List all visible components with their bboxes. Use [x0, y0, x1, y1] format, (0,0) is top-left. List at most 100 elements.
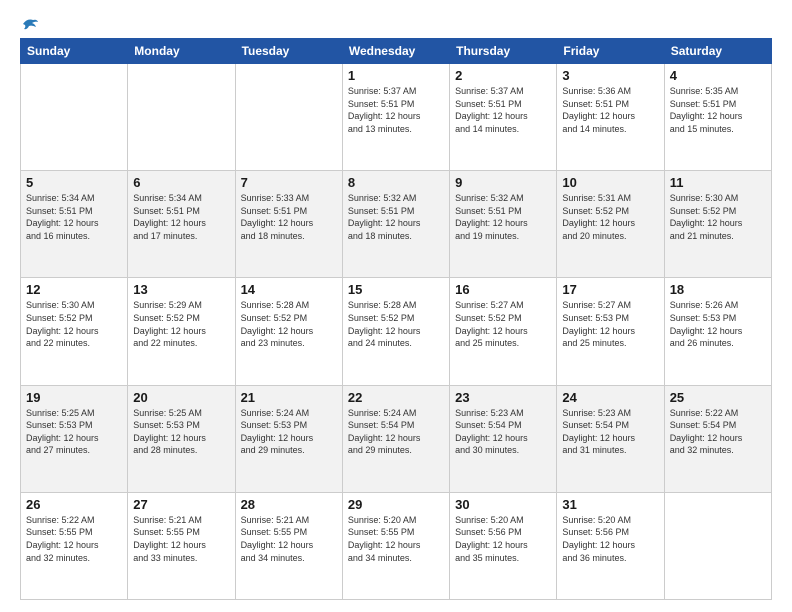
- table-row: 6 Sunrise: 5:34 AM Sunset: 5:51 PM Daylig…: [128, 171, 235, 278]
- table-row: 3 Sunrise: 5:36 AM Sunset: 5:51 PM Daylig…: [557, 64, 664, 171]
- cell-info: Sunrise: 5:28 AM Sunset: 5:52 PM Dayligh…: [241, 299, 337, 349]
- table-row: 8 Sunrise: 5:32 AM Sunset: 5:51 PM Daylig…: [342, 171, 449, 278]
- day-number: 28: [241, 497, 337, 512]
- cell-info: Sunrise: 5:22 AM Sunset: 5:55 PM Dayligh…: [26, 514, 122, 564]
- day-number: 13: [133, 282, 229, 297]
- table-row: 28 Sunrise: 5:21 AM Sunset: 5:55 PM Dayli…: [235, 492, 342, 599]
- cell-info: Sunrise: 5:35 AM Sunset: 5:51 PM Dayligh…: [670, 85, 766, 135]
- table-row: 5 Sunrise: 5:34 AM Sunset: 5:51 PM Daylig…: [21, 171, 128, 278]
- table-row: 24 Sunrise: 5:23 AM Sunset: 5:54 PM Dayli…: [557, 385, 664, 492]
- table-row: 29 Sunrise: 5:20 AM Sunset: 5:55 PM Dayli…: [342, 492, 449, 599]
- cell-info: Sunrise: 5:26 AM Sunset: 5:53 PM Dayligh…: [670, 299, 766, 349]
- cell-info: Sunrise: 5:36 AM Sunset: 5:51 PM Dayligh…: [562, 85, 658, 135]
- cell-info: Sunrise: 5:37 AM Sunset: 5:51 PM Dayligh…: [455, 85, 551, 135]
- day-number: 31: [562, 497, 658, 512]
- cell-info: Sunrise: 5:24 AM Sunset: 5:53 PM Dayligh…: [241, 407, 337, 457]
- table-row: 31 Sunrise: 5:20 AM Sunset: 5:56 PM Dayli…: [557, 492, 664, 599]
- cell-info: Sunrise: 5:34 AM Sunset: 5:51 PM Dayligh…: [133, 192, 229, 242]
- day-number: 1: [348, 68, 444, 83]
- table-row: 26Sunrise: 5:22 AM Sunset: 5:55 PM Dayli…: [21, 492, 128, 599]
- table-row: [21, 64, 128, 171]
- cell-info: Sunrise: 5:33 AM Sunset: 5:51 PM Dayligh…: [241, 192, 337, 242]
- table-row: 11Sunrise: 5:30 AM Sunset: 5:52 PM Dayli…: [664, 171, 771, 278]
- day-number: 22: [348, 390, 444, 405]
- cell-info: Sunrise: 5:28 AM Sunset: 5:52 PM Dayligh…: [348, 299, 444, 349]
- cell-info: Sunrise: 5:27 AM Sunset: 5:52 PM Dayligh…: [455, 299, 551, 349]
- calendar-table: SundayMondayTuesdayWednesdayThursdayFrid…: [20, 38, 772, 600]
- day-number: 8: [348, 175, 444, 190]
- cell-info: Sunrise: 5:37 AM Sunset: 5:51 PM Dayligh…: [348, 85, 444, 135]
- table-row: 16 Sunrise: 5:27 AM Sunset: 5:52 PM Dayli…: [450, 278, 557, 385]
- logo: [20, 16, 40, 28]
- table-row: 10 Sunrise: 5:31 AM Sunset: 5:52 PM Dayli…: [557, 171, 664, 278]
- day-number: 21: [241, 390, 337, 405]
- day-number: 7: [241, 175, 337, 190]
- table-row: [235, 64, 342, 171]
- table-row: 17 Sunrise: 5:27 AM Sunset: 5:53 PM Dayli…: [557, 278, 664, 385]
- cell-info: Sunrise: 5:25 AM Sunset: 5:53 PM Dayligh…: [26, 407, 122, 457]
- table-row: 4 Sunrise: 5:35 AM Sunset: 5:51 PM Daylig…: [664, 64, 771, 171]
- day-number: 10: [562, 175, 658, 190]
- table-row: 13 Sunrise: 5:29 AM Sunset: 5:52 PM Dayli…: [128, 278, 235, 385]
- day-header-tuesday: Tuesday: [235, 39, 342, 64]
- day-header-friday: Friday: [557, 39, 664, 64]
- cell-info: Sunrise: 5:27 AM Sunset: 5:53 PM Dayligh…: [562, 299, 658, 349]
- cell-info: Sunrise: 5:29 AM Sunset: 5:52 PM Dayligh…: [133, 299, 229, 349]
- table-row: 7 Sunrise: 5:33 AM Sunset: 5:51 PM Daylig…: [235, 171, 342, 278]
- cell-info: Sunrise: 5:22 AM Sunset: 5:54 PM Dayligh…: [670, 407, 766, 457]
- cell-info: Sunrise: 5:23 AM Sunset: 5:54 PM Dayligh…: [562, 407, 658, 457]
- cell-info: Sunrise: 5:20 AM Sunset: 5:55 PM Dayligh…: [348, 514, 444, 564]
- table-row: 2 Sunrise: 5:37 AM Sunset: 5:51 PM Daylig…: [450, 64, 557, 171]
- header: [20, 16, 772, 28]
- day-number: 17: [562, 282, 658, 297]
- day-header-saturday: Saturday: [664, 39, 771, 64]
- day-number: 24: [562, 390, 658, 405]
- day-number: 16: [455, 282, 551, 297]
- day-number: 4: [670, 68, 766, 83]
- cell-info: Sunrise: 5:31 AM Sunset: 5:52 PM Dayligh…: [562, 192, 658, 242]
- day-number: 27: [133, 497, 229, 512]
- cell-info: Sunrise: 5:32 AM Sunset: 5:51 PM Dayligh…: [348, 192, 444, 242]
- day-number: 19: [26, 390, 122, 405]
- table-row: 15 Sunrise: 5:28 AM Sunset: 5:52 PM Dayli…: [342, 278, 449, 385]
- cell-info: Sunrise: 5:21 AM Sunset: 5:55 PM Dayligh…: [133, 514, 229, 564]
- day-header-sunday: Sunday: [21, 39, 128, 64]
- table-row: 30Sunrise: 5:20 AM Sunset: 5:56 PM Dayli…: [450, 492, 557, 599]
- table-row: 14 Sunrise: 5:28 AM Sunset: 5:52 PM Dayli…: [235, 278, 342, 385]
- table-row: 27 Sunrise: 5:21 AM Sunset: 5:55 PM Dayli…: [128, 492, 235, 599]
- table-row: 18 Sunrise: 5:26 AM Sunset: 5:53 PM Dayli…: [664, 278, 771, 385]
- table-row: 9Sunrise: 5:32 AM Sunset: 5:51 PM Daylig…: [450, 171, 557, 278]
- day-number: 6: [133, 175, 229, 190]
- day-number: 25: [670, 390, 766, 405]
- table-row: [664, 492, 771, 599]
- table-row: 1 Sunrise: 5:37 AM Sunset: 5:51 PM Daylig…: [342, 64, 449, 171]
- cell-info: Sunrise: 5:21 AM Sunset: 5:55 PM Dayligh…: [241, 514, 337, 564]
- day-number: 20: [133, 390, 229, 405]
- table-row: 12 Sunrise: 5:30 AM Sunset: 5:52 PM Dayli…: [21, 278, 128, 385]
- day-number: 18: [670, 282, 766, 297]
- table-row: 25 Sunrise: 5:22 AM Sunset: 5:54 PM Dayli…: [664, 385, 771, 492]
- day-number: 15: [348, 282, 444, 297]
- page: SundayMondayTuesdayWednesdayThursdayFrid…: [0, 0, 792, 612]
- cell-info: Sunrise: 5:30 AM Sunset: 5:52 PM Dayligh…: [26, 299, 122, 349]
- table-row: 19 Sunrise: 5:25 AM Sunset: 5:53 PM Dayli…: [21, 385, 128, 492]
- day-number: 5: [26, 175, 122, 190]
- cell-info: Sunrise: 5:34 AM Sunset: 5:51 PM Dayligh…: [26, 192, 122, 242]
- table-row: 20 Sunrise: 5:25 AM Sunset: 5:53 PM Dayli…: [128, 385, 235, 492]
- day-number: 3: [562, 68, 658, 83]
- table-row: [128, 64, 235, 171]
- cell-info: Sunrise: 5:30 AM Sunset: 5:52 PM Dayligh…: [670, 192, 766, 242]
- day-number: 2: [455, 68, 551, 83]
- day-header-wednesday: Wednesday: [342, 39, 449, 64]
- cell-info: Sunrise: 5:23 AM Sunset: 5:54 PM Dayligh…: [455, 407, 551, 457]
- day-header-thursday: Thursday: [450, 39, 557, 64]
- cell-info: Sunrise: 5:20 AM Sunset: 5:56 PM Dayligh…: [455, 514, 551, 564]
- cell-info: Sunrise: 5:20 AM Sunset: 5:56 PM Dayligh…: [562, 514, 658, 564]
- table-row: 23Sunrise: 5:23 AM Sunset: 5:54 PM Dayli…: [450, 385, 557, 492]
- day-number: 14: [241, 282, 337, 297]
- cell-info: Sunrise: 5:25 AM Sunset: 5:53 PM Dayligh…: [133, 407, 229, 457]
- day-number: 12: [26, 282, 122, 297]
- cell-info: Sunrise: 5:24 AM Sunset: 5:54 PM Dayligh…: [348, 407, 444, 457]
- logo-bird-icon: [21, 16, 39, 32]
- day-number: 29: [348, 497, 444, 512]
